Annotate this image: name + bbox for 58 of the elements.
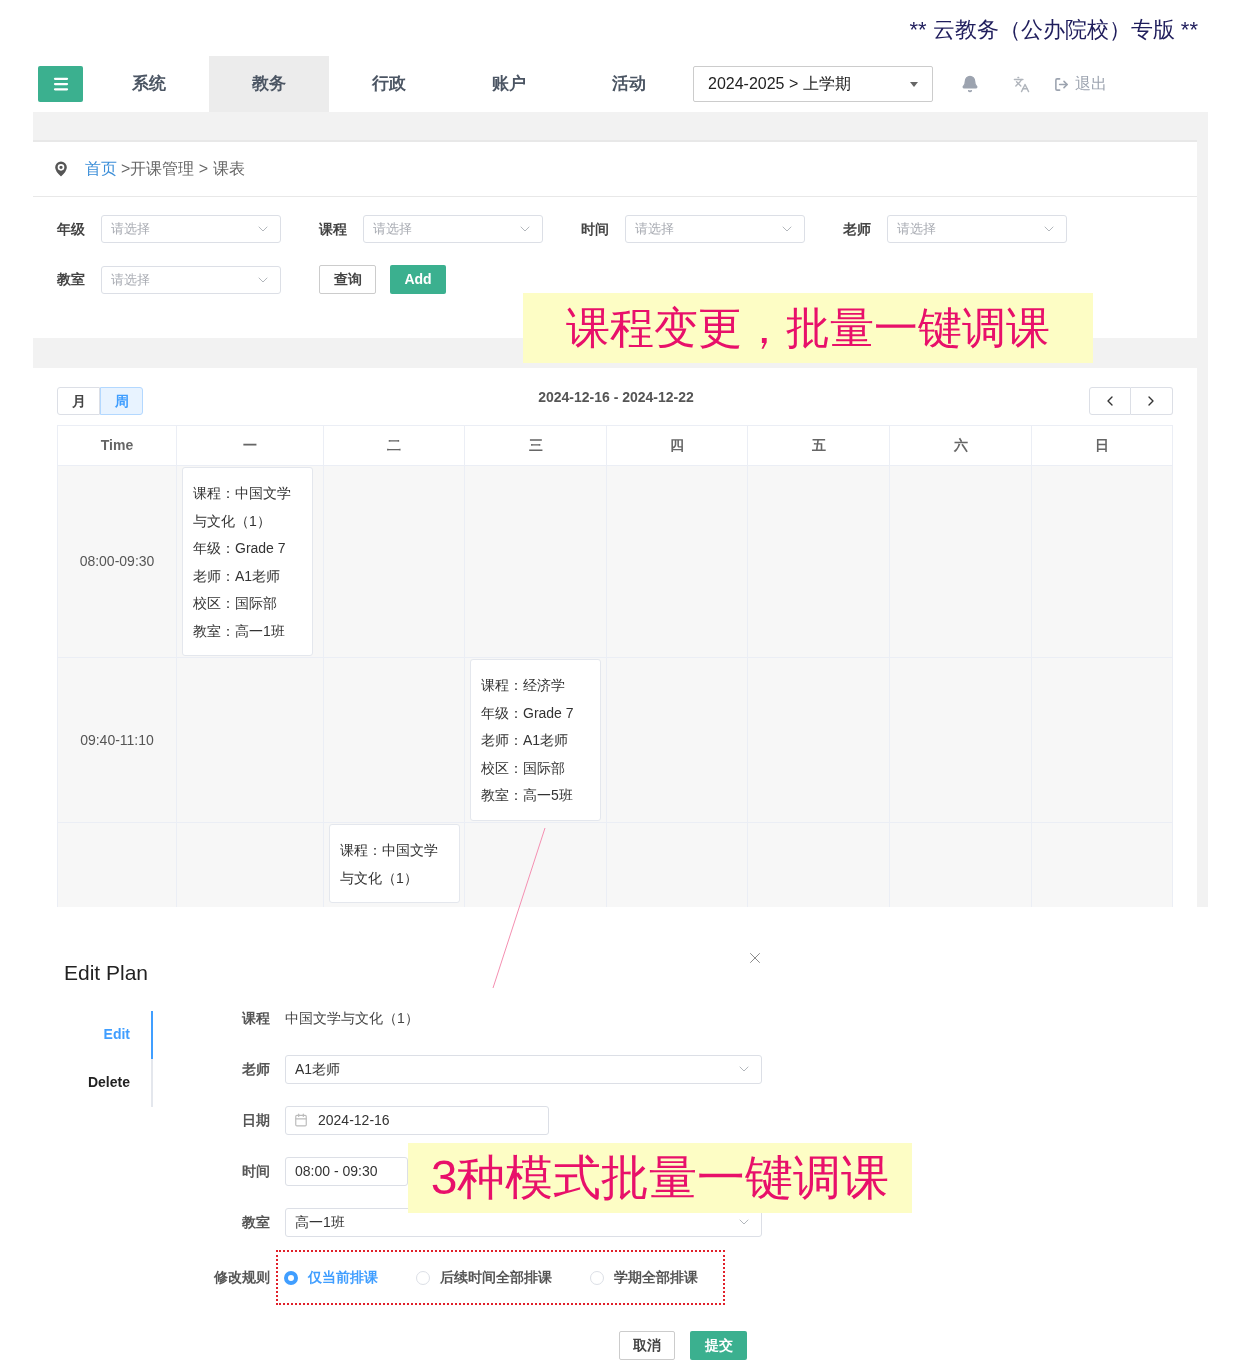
breadcrumb-link[interactable]: 首页 <box>85 157 117 181</box>
event-detail: 年级：Grade 7 <box>193 539 287 558</box>
event-card[interactable]: 课程：经济学 年级：Grade 7 老师：A1老师 校区：国际部 教室：高一5班 <box>470 659 601 821</box>
query-button[interactable]: 查询 <box>319 265 376 294</box>
event-detail: 老师：A1老师 <box>481 731 570 750</box>
menu-icon <box>51 75 70 93</box>
nav-tab[interactable]: 教务 <box>209 56 329 112</box>
event-detail: 教室：高一1班 <box>193 621 286 641</box>
bell-icon[interactable] <box>961 75 979 93</box>
calendar-icon <box>294 1113 308 1127</box>
form-label: 日期 <box>241 1110 270 1130</box>
event-detail: 年级：Grade 7 <box>481 703 575 723</box>
radio-option[interactable]: 学期全部排课 <box>590 1267 698 1288</box>
next-button[interactable] <box>1131 387 1173 415</box>
form-label: 教室 <box>241 1212 270 1232</box>
form-label: 修改规则 <box>213 1268 270 1287</box>
radio-option[interactable]: 后续时间全部排课 <box>416 1267 552 1288</box>
event-card[interactable]: 课程：中国文学与文化（1） <box>329 824 460 903</box>
nav-tab[interactable]: 账户 <box>449 56 569 112</box>
event-detail: 老师：A1老师 <box>193 566 282 586</box>
event-card[interactable]: 课程：中国文学与文化（1） 年级：Grade 7 老师：A1老师 校区：国际部 教室：高一1班 <box>182 467 313 656</box>
term-select[interactable]: 2024-2025 > 上学期 <box>693 66 933 102</box>
course-value: 中国文学与文化（1） <box>285 1010 419 1026</box>
event-detail: 课程：中国文学与文化（1） <box>340 841 439 888</box>
edition-title: ** 云教务（公办院校）专版 ** <box>909 16 1198 44</box>
annotation-tooltip: 课程变更，批量一键调课 <box>523 293 1093 363</box>
filter-label: 课程 <box>319 219 348 239</box>
nav-tab[interactable]: 系统 <box>89 56 209 112</box>
caret-icon <box>910 81 918 87</box>
time-cell: 08:00-09:30 <box>58 466 177 658</box>
time-cell: 09:40-11:10 <box>58 658 177 823</box>
nav-tab[interactable]: 活动 <box>569 56 689 112</box>
date-field[interactable]: 2024-12-16 <box>285 1105 549 1135</box>
cancel-button[interactable]: 取消 <box>619 1330 675 1360</box>
translate-icon[interactable] <box>1013 75 1030 93</box>
filter-label: 年级 <box>57 219 86 239</box>
filter-label: 时间 <box>581 219 610 239</box>
dialog-title: Edit Plan <box>64 960 149 986</box>
form-label: 课程 <box>240 1008 270 1028</box>
nav-tab[interactable]: 行政 <box>329 56 449 112</box>
form-label: 老师 <box>241 1059 270 1079</box>
date-range: 2024-12-16 - 2024-12-22 <box>538 387 694 407</box>
filter-label: 老师 <box>843 219 872 239</box>
filter-label: 教室 <box>57 270 86 289</box>
side-tab[interactable]: Delete <box>64 1058 153 1107</box>
event-detail: 课程：经济学 <box>481 676 566 695</box>
logout-icon <box>1054 76 1069 92</box>
form-label: 时间 <box>241 1161 270 1181</box>
previous-button[interactable] <box>1089 387 1131 415</box>
breadcrumb-path: >开课管理 > 课表 <box>121 159 245 179</box>
form-select[interactable]: A1老师 <box>285 1054 762 1084</box>
event-detail: 教室：高一5班 <box>481 786 574 805</box>
menu-button[interactable] <box>38 66 83 102</box>
event-detail: 课程：中国文学与文化（1） <box>193 484 292 531</box>
annotation-tooltip: 3种模式批量一键调课 <box>408 1143 912 1213</box>
event-detail: 校区：国际部 <box>193 594 278 613</box>
time-field[interactable]: 08:00 - 09:30 <box>285 1156 408 1186</box>
event-detail: 校区：国际部 <box>481 758 566 778</box>
